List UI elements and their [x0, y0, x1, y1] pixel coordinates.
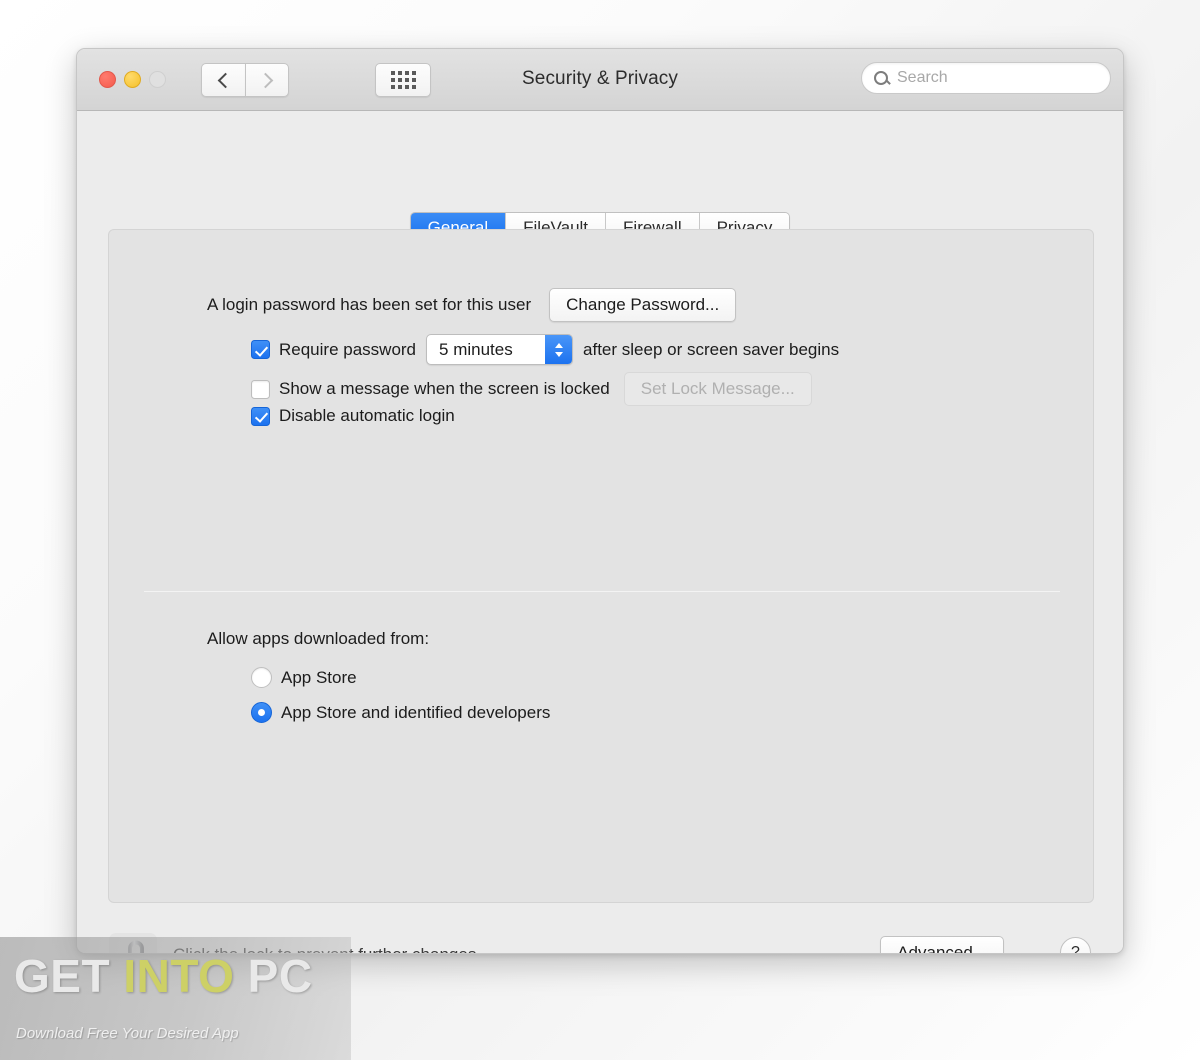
watermark-title-part1: GET	[14, 950, 124, 1002]
window-body: General FileVault Firewall Privacy A log…	[77, 111, 1123, 953]
search-icon	[874, 71, 888, 85]
set-lock-message-button: Set Lock Message...	[623, 372, 812, 406]
app-store-developers-label: App Store and identified developers	[281, 702, 551, 722]
login-password-label: A login password has been set for this u…	[207, 295, 532, 314]
watermark-title-part2: PC	[234, 950, 313, 1002]
watermark-overlay: GET INTO PC Download Free Your Desired A…	[0, 937, 351, 1060]
security-privacy-window: Security & Privacy General FileVault Fir…	[76, 48, 1124, 954]
search-input[interactable]	[897, 69, 1098, 87]
show-lock-message-checkbox[interactable]	[251, 379, 270, 399]
disable-auto-login-label: Disable automatic login	[279, 406, 455, 425]
watermark-subtitle: Download Free Your Desired App	[16, 1025, 239, 1042]
show-lock-message-label: Show a message when the screen is locked	[279, 379, 610, 398]
login-password-row: A login password has been set for this u…	[207, 288, 737, 322]
window-titlebar: Security & Privacy	[77, 49, 1123, 111]
require-password-suffix-label: after sleep or screen saver begins	[583, 339, 840, 359]
disable-auto-login-checkbox[interactable]	[251, 406, 270, 426]
disable-auto-login-row: Disable automatic login	[251, 406, 455, 426]
watermark-title-highlight: INTO	[123, 950, 235, 1002]
show-lock-message-row: Show a message when the screen is locked…	[251, 372, 812, 406]
allow-apps-heading: Allow apps downloaded from:	[207, 629, 430, 648]
app-store-developers-radio[interactable]	[251, 702, 272, 723]
stepper-arrows-icon[interactable]	[545, 335, 573, 364]
require-password-label: Require password	[279, 339, 417, 359]
password-delay-popup[interactable]: 5 minutes	[426, 334, 574, 365]
search-field[interactable]	[861, 62, 1111, 94]
radio-app-store-developers-row[interactable]: App Store and identified developers	[251, 702, 550, 723]
app-store-radio[interactable]	[251, 667, 272, 688]
section-divider	[144, 591, 1060, 592]
password-delay-value: 5 minutes	[439, 340, 513, 359]
require-password-row: Require password 5 minutes after sleep o…	[251, 334, 839, 365]
watermark-title: GET INTO PC	[14, 949, 313, 1003]
general-settings-panel: A login password has been set for this u…	[108, 229, 1094, 903]
radio-app-store-row[interactable]: App Store	[251, 667, 357, 688]
app-store-label: App Store	[281, 667, 357, 687]
change-password-button[interactable]: Change Password...	[549, 288, 737, 322]
help-button[interactable]: ?	[1060, 937, 1091, 953]
advanced-button[interactable]: Advanced...	[880, 936, 1004, 953]
chevron-up-icon	[554, 342, 563, 348]
require-password-checkbox[interactable]	[251, 340, 270, 359]
allow-apps-heading-row: Allow apps downloaded from:	[207, 629, 429, 649]
chevron-down-icon	[554, 351, 563, 357]
